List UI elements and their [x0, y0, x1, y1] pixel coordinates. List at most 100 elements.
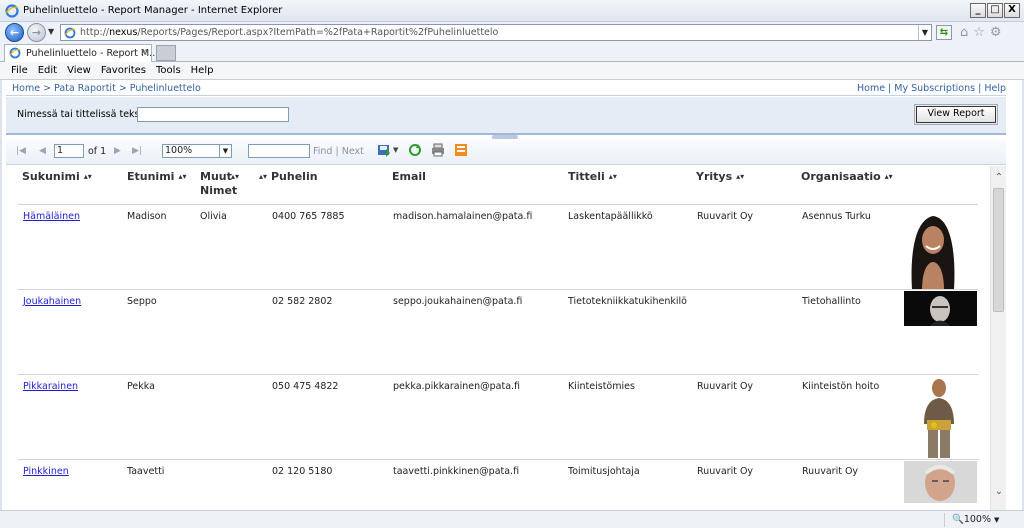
title: Kiinteistömies: [568, 381, 635, 392]
previous-page-icon[interactable]: ◀: [39, 146, 46, 156]
report-toolbar: |◀ ◀ 1 of 1 ▶ ▶| 100% ▼ Find | Next ▼: [6, 139, 1006, 165]
company: Ruuvarit Oy: [697, 381, 754, 392]
history-dropdown-icon[interactable]: ▼: [48, 27, 54, 36]
person-photo: [904, 461, 977, 503]
table-row: Hämäläinen Madison Olivia 0400 765 7885 …: [18, 204, 978, 290]
status-divider: [944, 513, 945, 527]
sort-icon[interactable]: ▴▾: [885, 172, 893, 181]
first-name: Seppo: [127, 296, 157, 307]
column-header-email: Email: [392, 170, 426, 183]
page-icon: [64, 27, 76, 39]
zoom-dropdown-icon: ▼: [219, 145, 231, 157]
menu-view[interactable]: View: [67, 65, 91, 76]
column-header-sukunimi[interactable]: Sukunimi ▴▾: [22, 170, 92, 184]
status-bar: 🔍100% ▼: [0, 510, 1024, 528]
print-icon[interactable]: [431, 143, 445, 157]
close-window-button[interactable]: X: [1004, 3, 1020, 18]
sort-icon[interactable]: ▴▾: [736, 172, 744, 181]
organization: Asennus Turku: [802, 211, 871, 222]
last-page-icon[interactable]: ▶|: [132, 146, 142, 156]
surname-link[interactable]: Hämäläinen: [23, 211, 80, 222]
email: madison.hamalainen@pata.fi: [393, 211, 533, 222]
table-row: Joukahainen Seppo 02 582 2802 seppo.jouk…: [18, 289, 978, 374]
minimize-button[interactable]: _: [970, 3, 986, 18]
view-report-button[interactable]: View Report: [914, 104, 998, 125]
data-feed-icon[interactable]: [454, 143, 468, 157]
column-header-etunimi[interactable]: Etunimi ▴▾: [127, 170, 186, 184]
search-text-label: Nimessä tai tittelissä teksti: [17, 109, 146, 120]
menu-favorites[interactable]: Favorites: [101, 65, 146, 76]
column-header-yritys[interactable]: Yritys ▴▾: [696, 170, 744, 184]
forward-button[interactable]: →: [27, 23, 46, 42]
header-links[interactable]: Home | My Subscriptions | Help: [857, 83, 1006, 94]
company: Ruuvarit Oy: [697, 466, 754, 477]
forward-arrow-icon: →: [31, 26, 42, 39]
scrollbar-thumb[interactable]: [993, 188, 1004, 312]
sort-icon[interactable]: ▴▾: [259, 170, 267, 184]
search-text-input[interactable]: [137, 107, 289, 122]
sort-icon[interactable]: ▴▾: [84, 172, 92, 181]
breadcrumb-path[interactable]: Home > Pata Raportit > Puhelinluettelo: [12, 83, 201, 94]
export-dropdown-icon[interactable]: ▼: [393, 146, 398, 154]
first-name: Taavetti: [127, 466, 165, 477]
organization: Tietohallinto: [802, 296, 861, 307]
parameters-area: Nimessä tai tittelissä teksti View Repor…: [6, 97, 1006, 135]
address-dropdown-icon[interactable]: ▼: [918, 25, 931, 40]
title: Tietotekniikkatukihenkilö: [568, 296, 687, 307]
zoom-select[interactable]: 100% ▼: [162, 144, 232, 158]
new-tab-button[interactable]: [156, 45, 176, 61]
menu-help[interactable]: Help: [191, 65, 214, 76]
column-header-titteli[interactable]: Titteli ▴▾: [568, 170, 617, 184]
menu-edit[interactable]: Edit: [38, 65, 57, 76]
other-names: Olivia: [200, 211, 227, 222]
breadcrumb: Home > Pata Raportit > Puhelinluettelo H…: [6, 80, 1006, 96]
maximize-button[interactable]: □: [987, 3, 1003, 18]
surname-link[interactable]: Joukahainen: [23, 296, 81, 307]
back-button[interactable]: ←: [5, 23, 24, 42]
phone: 0400 765 7885: [272, 211, 345, 222]
status-zoom-dropdown-icon: ▼: [994, 516, 1000, 524]
scroll-up-icon[interactable]: ⌃: [991, 170, 1007, 186]
page-number-input[interactable]: 1: [54, 144, 84, 158]
phone: 02 120 5180: [272, 466, 333, 477]
menu-tools[interactable]: Tools: [156, 65, 181, 76]
company: Ruuvarit Oy: [697, 211, 754, 222]
favorites-star-icon[interactable]: ☆: [973, 25, 985, 40]
next-link[interactable]: Next: [342, 146, 364, 157]
column-header-organisaatio[interactable]: Organisaatio ▴▾: [801, 170, 893, 184]
tab-close-icon[interactable]: ×: [140, 47, 148, 58]
menu-bar: File Edit View Favorites Tools Help: [0, 62, 1024, 80]
surname-link[interactable]: Pikkarainen: [23, 381, 78, 392]
first-name: Madison: [127, 211, 167, 222]
scroll-down-icon[interactable]: ⌄: [991, 484, 1007, 500]
surname-link[interactable]: Pinkkinen: [23, 466, 69, 477]
refresh-icon[interactable]: [408, 143, 422, 157]
first-name: Pekka: [127, 381, 155, 392]
column-header-puhelin[interactable]: Puhelin: [271, 170, 318, 184]
home-icon[interactable]: ⌂: [960, 25, 968, 40]
email: seppo.joukahainen@pata.fi: [393, 296, 523, 307]
menu-file[interactable]: File: [11, 65, 28, 76]
browser-tab[interactable]: Puhelinluettelo - Report M... ×: [4, 44, 158, 62]
export-save-icon[interactable]: [377, 143, 391, 157]
address-bar[interactable]: http://nexus/Reports/Pages/Report.aspx?I…: [60, 24, 932, 41]
find-link[interactable]: Find: [313, 146, 332, 157]
zoom-value: 100%: [165, 145, 193, 156]
phone: 050 475 4822: [272, 381, 339, 392]
table-row: Pinkkinen Taavetti 02 120 5180 taavetti.…: [18, 459, 978, 510]
status-zoom[interactable]: 🔍100% ▼: [952, 514, 999, 525]
find-text-input[interactable]: [248, 144, 310, 158]
sort-icon[interactable]: ▴▾: [231, 170, 239, 184]
window-title-bar: Puhelinluettelo - Report Manager - Inter…: [0, 0, 1024, 22]
organization: Ruuvarit Oy: [802, 466, 859, 477]
page-content: Home > Pata Raportit > Puhelinluettelo H…: [0, 80, 1024, 510]
next-page-icon[interactable]: ▶: [114, 146, 121, 156]
first-page-icon[interactable]: |◀: [16, 146, 26, 156]
sort-icon[interactable]: ▴▾: [178, 172, 186, 181]
sort-icon[interactable]: ▴▾: [609, 172, 617, 181]
find-separator: |: [335, 146, 339, 157]
gear-icon[interactable]: ⚙: [990, 25, 1002, 40]
vertical-scrollbar[interactable]: ⌃ ⌄: [990, 166, 1006, 510]
refresh-go-icon[interactable]: ⇆: [936, 25, 952, 40]
organization: Kiinteistön hoito: [802, 381, 880, 392]
